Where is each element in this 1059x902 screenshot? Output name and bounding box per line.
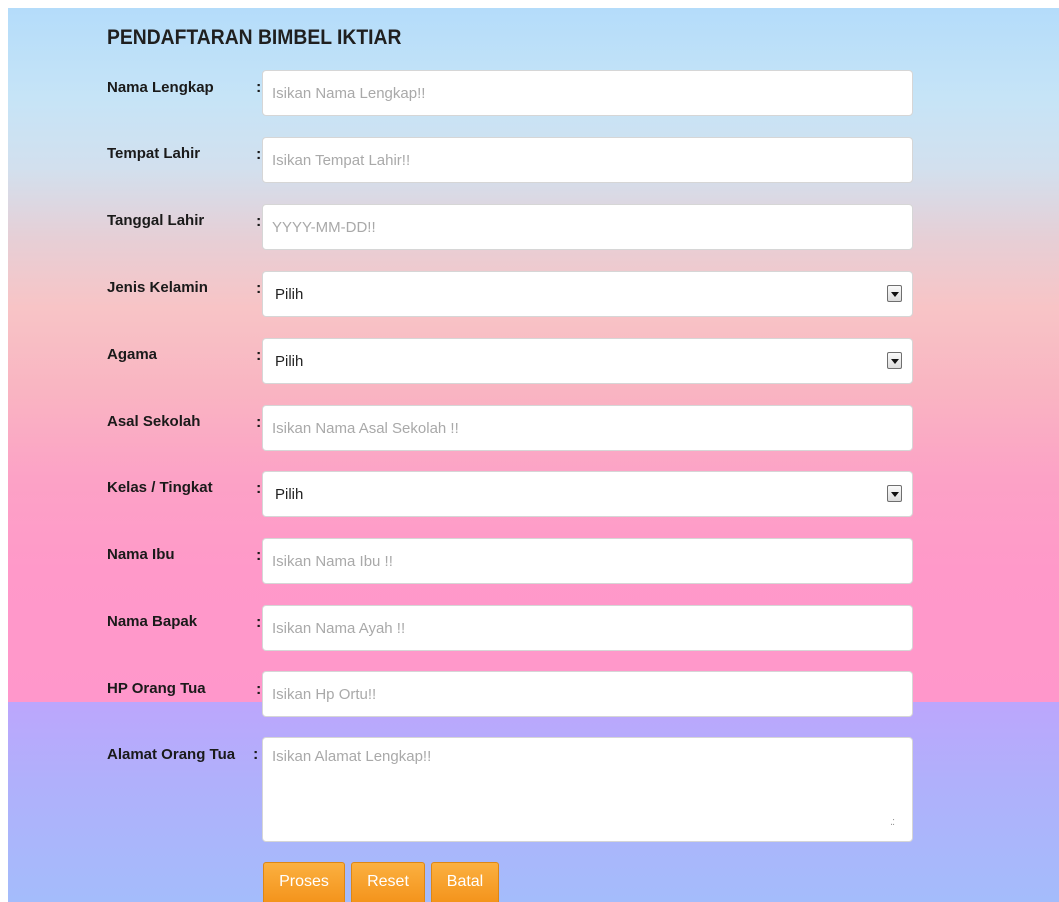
label-nama-lengkap: Nama Lengkap (107, 79, 214, 96)
chevron-down-icon[interactable] (887, 352, 902, 369)
page-title: PENDAFTARAN BIMBEL IKTIAR (107, 26, 402, 49)
nama-bapak-input[interactable] (262, 605, 913, 651)
label-alamat-orang-tua: Alamat Orang Tua (107, 746, 236, 763)
label-tempat-lahir: Tempat Lahir (107, 145, 201, 162)
label-nama-ibu: Nama Ibu (107, 546, 175, 563)
nama-lengkap-input[interactable] (262, 70, 913, 116)
label-colon: : (256, 614, 262, 631)
label-jenis-kelamin: Jenis Kelamin (107, 279, 208, 296)
hp-orang-tua-input[interactable] (262, 671, 913, 717)
label-tanggal-lahir: Tanggal Lahir (107, 212, 205, 229)
label-colon: : (256, 480, 262, 497)
label-asal-sekolah: Asal Sekolah (107, 413, 201, 430)
agama-selected: Pilih (275, 353, 304, 370)
label-colon: : (256, 79, 262, 96)
tempat-lahir-input[interactable] (262, 137, 913, 183)
label-colon: : (253, 746, 259, 763)
resize-grip-icon[interactable]: .: (890, 815, 904, 829)
label-colon: : (256, 414, 262, 431)
label-colon: : (256, 347, 262, 364)
jenis-kelamin-selected: Pilih (275, 286, 304, 303)
jenis-kelamin-select[interactable]: Pilih (262, 271, 913, 317)
asal-sekolah-input[interactable] (262, 405, 913, 451)
label-hp-orang-tua: HP Orang Tua (107, 680, 206, 697)
batal-button[interactable]: Batal (431, 862, 499, 902)
label-nama-bapak: Nama Bapak (107, 613, 198, 630)
alamat-orang-tua-textarea[interactable] (262, 737, 913, 842)
agama-select[interactable]: Pilih (262, 338, 913, 384)
reset-button[interactable]: Reset (351, 862, 425, 902)
label-colon: : (256, 280, 262, 297)
tanggal-lahir-input[interactable] (262, 204, 913, 250)
proses-button[interactable]: Proses (263, 862, 345, 902)
chevron-down-icon[interactable] (887, 485, 902, 502)
label-colon: : (256, 146, 262, 163)
chevron-down-icon[interactable] (887, 285, 902, 302)
nama-ibu-input[interactable] (262, 538, 913, 584)
label-colon: : (256, 547, 262, 564)
label-colon: : (256, 213, 262, 230)
kelas-tingkat-select[interactable]: Pilih (262, 471, 913, 517)
kelas-tingkat-selected: Pilih (275, 486, 304, 503)
label-agama: Agama (107, 346, 158, 363)
label-colon: : (256, 681, 262, 698)
label-kelas-tingkat: Kelas / Tingkat (107, 479, 213, 496)
